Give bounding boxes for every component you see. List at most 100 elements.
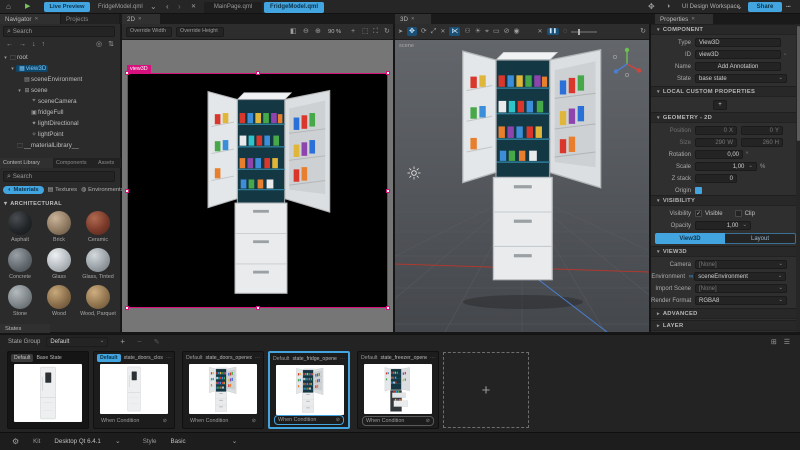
tab-properties[interactable]: Properties✕: [655, 14, 713, 24]
material-glass[interactable]: Glass: [40, 248, 78, 280]
doc-tab-fridgemodel[interactable]: FridgeModel.qml: [264, 2, 324, 13]
when-condition-field[interactable]: When Condition⊘: [98, 416, 170, 426]
split-view-icon[interactable]: ▭: [493, 28, 500, 35]
state-card-freezer-opened[interactable]: Defaultstate_freezer_opened⋯ When Condit…: [357, 351, 439, 429]
environment-dropdown[interactable]: sceneEnvironment⌄: [694, 272, 786, 281]
tree-item-fridgefull[interactable]: ▣fridgeFull: [0, 107, 121, 118]
id-field[interactable]: view3D: [695, 50, 781, 59]
zoom-fit-plus-icon[interactable]: +: [351, 28, 355, 35]
move-down-icon[interactable]: ↓: [32, 41, 36, 48]
state-default-badge[interactable]: Default: [11, 354, 33, 362]
origin-swatch[interactable]: [695, 187, 702, 194]
override-width-input[interactable]: Override Width: [126, 27, 172, 37]
section-geometry[interactable]: ▾GEOMETRY - 2D: [651, 112, 800, 123]
material-ceramic[interactable]: Ceramic: [79, 211, 117, 243]
close-icon[interactable]: ✕: [138, 16, 142, 22]
section-architectural[interactable]: ▾ ARCHITECTURAL: [4, 199, 62, 208]
card-menu-icon[interactable]: ⋯: [430, 355, 435, 361]
card-menu-icon[interactable]: ⋯: [340, 356, 345, 362]
size-w-field[interactable]: 290W: [695, 138, 737, 147]
doc-tab-mainpage[interactable]: MainPage.qml: [204, 2, 262, 13]
state-dropdown[interactable]: base state⌄: [695, 74, 787, 83]
card-menu-icon[interactable]: ⋯: [255, 355, 260, 361]
state-default-badge[interactable]: Default: [361, 355, 377, 361]
move-right-icon[interactable]: →: [19, 41, 26, 48]
properties-scrollbar[interactable]: [796, 24, 800, 332]
when-condition-field[interactable]: When Condition⊘: [187, 416, 259, 426]
chevron-down-icon[interactable]: ⌄: [232, 438, 238, 445]
resize-handle[interactable]: [256, 71, 260, 75]
section-custom-properties[interactable]: ▾LOCAL CUSTOM PROPERTIES: [651, 86, 800, 97]
material-concrete[interactable]: Concrete: [1, 248, 39, 280]
scale-dropdown[interactable]: 1,00⌄: [695, 162, 757, 171]
tab-2d[interactable]: 2D✕: [122, 14, 160, 24]
snap-toggle-icon[interactable]: ✕: [440, 29, 445, 35]
condition-icon[interactable]: ⊘: [163, 418, 167, 424]
pause-particles-icon[interactable]: ❚❚: [547, 28, 559, 35]
chip-materials[interactable]: ◐Materials: [3, 186, 44, 194]
live-preview-button[interactable]: Live Preview: [44, 2, 90, 12]
global-light-icon[interactable]: ☀: [475, 28, 481, 35]
background-color-icon[interactable]: ◧: [290, 28, 297, 35]
select-frame-icon[interactable]: ⬚: [362, 28, 369, 35]
material-glass-tinted[interactable]: Glass, Tinted: [79, 248, 117, 280]
when-condition-field[interactable]: When Condition⊘: [362, 416, 434, 426]
rotate-mode-icon[interactable]: ⟳: [421, 28, 427, 35]
section-advanced[interactable]: ▸ADVANCED: [651, 308, 800, 319]
close-icon[interactable]: ✕: [411, 16, 415, 22]
resize-handle[interactable]: [256, 306, 260, 310]
rotation-field[interactable]: 0,00: [695, 150, 743, 159]
camera-dropdown[interactable]: [None]⌄: [695, 260, 787, 269]
add-state-group-icon[interactable]: +: [120, 338, 125, 346]
view3d-item-selection[interactable]: view3D: [127, 73, 388, 308]
tree-item-lightdirectional[interactable]: ✦lightDirectional: [0, 118, 121, 129]
zoom-in-icon[interactable]: ⊕: [315, 28, 321, 35]
reset-3d-view-icon[interactable]: ↻: [640, 28, 646, 35]
move-up-icon[interactable]: ↑: [42, 41, 46, 48]
material-asphalt[interactable]: Asphalt: [1, 211, 39, 243]
reset-view-icon[interactable]: ↻: [384, 28, 390, 35]
move-left-icon[interactable]: ←: [6, 41, 13, 48]
close-document-icon[interactable]: ✕: [191, 4, 196, 10]
tree-item-root[interactable]: ▾⬚root: [0, 52, 121, 63]
expander-icon[interactable]: ▾: [2, 55, 9, 61]
camera-view-icon[interactable]: ⌖: [485, 28, 489, 35]
export-toggle-icon[interactable]: ◦: [784, 52, 786, 58]
tab-navigator[interactable]: Navigator✕: [0, 14, 60, 24]
fridge-model-3d[interactable]: [450, 42, 616, 290]
subtab-layout[interactable]: Layout: [725, 233, 796, 244]
state-group-dropdown[interactable]: Default⌄: [46, 337, 108, 347]
resize-handle[interactable]: [125, 306, 129, 310]
settings-gear-icon[interactable]: ⚙: [12, 438, 19, 446]
clip-checkbox[interactable]: [735, 210, 742, 217]
thumbnail-view-icon[interactable]: ⊞: [771, 339, 777, 346]
opacity-dropdown[interactable]: 1,00⌄: [695, 221, 751, 230]
state-default-badge[interactable]: Default: [186, 355, 202, 361]
visible-checkbox[interactable]: ✓: [695, 210, 702, 217]
hide-gizmos-icon[interactable]: ⊘: [504, 28, 510, 35]
close-icon[interactable]: ✕: [691, 16, 695, 22]
material-brick[interactable]: Brick: [40, 211, 78, 243]
edit-light-icon[interactable]: ⚇: [464, 28, 470, 35]
tree-item-lightpoint[interactable]: ✧lightPoint: [0, 129, 121, 140]
add-custom-property-button[interactable]: +: [713, 100, 727, 110]
material-stone[interactable]: Stone: [1, 285, 39, 317]
resize-handle[interactable]: [386, 71, 390, 75]
light-gizmo-icon[interactable]: [407, 166, 421, 180]
override-height-input[interactable]: Override Height: [176, 27, 224, 37]
visibility-toggle-icon[interactable]: ◎: [96, 41, 102, 48]
tree-item-sceneenvironment[interactable]: ▤sceneEnvironment: [0, 74, 121, 85]
expander-icon[interactable]: ▾: [9, 66, 16, 72]
section-view3d[interactable]: ▾VIEW3D: [651, 246, 800, 257]
resize-handle[interactable]: [386, 306, 390, 310]
edit-state-group-icon[interactable]: ✎: [154, 339, 160, 346]
back-icon[interactable]: ‹: [166, 3, 169, 11]
position-x-field[interactable]: 0X: [695, 126, 737, 135]
tab-components[interactable]: Components: [53, 158, 95, 168]
chip-textures[interactable]: ▤Textures: [48, 187, 77, 193]
tree-item-scenecamera[interactable]: ⌖sceneCamera: [0, 96, 121, 107]
type-field[interactable]: View3D: [695, 38, 781, 47]
canvas-2d[interactable]: view3D: [122, 40, 393, 332]
close-particles-icon[interactable]: ✕: [538, 29, 543, 35]
import-scene-dropdown[interactable]: [None]⌄: [695, 284, 787, 293]
